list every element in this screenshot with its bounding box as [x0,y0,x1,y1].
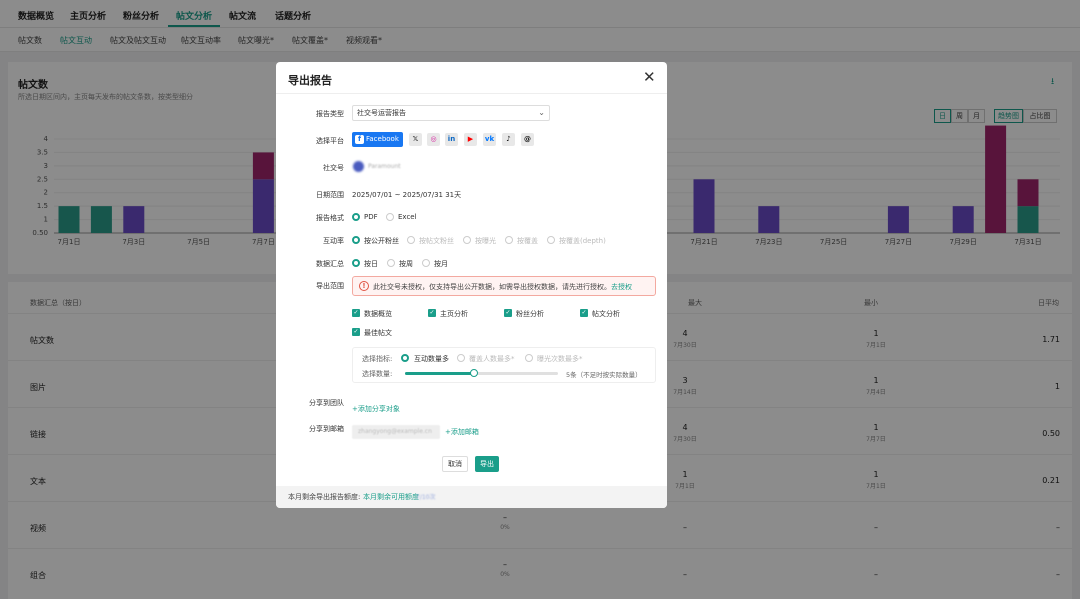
scope-label: 导出范围 [316,282,344,290]
linkedin-icon[interactable]: in [445,133,458,146]
modal-divider [276,93,667,94]
platform-facebook[interactable]: f Facebook [352,132,403,147]
summary-week-radio[interactable] [387,259,395,267]
count-value: 5条（不足时按实际数量） [566,371,642,379]
format-pdf-radio[interactable] [352,213,360,221]
count-label: 选择数量: [362,370,393,378]
metric-exposure-label: 曝光次数最多* [537,355,583,363]
summary-month-radio[interactable] [422,259,430,267]
account-name: Paramount [368,163,401,170]
scope-homepage-checkbox[interactable]: ✓ [428,309,436,317]
vk-icon[interactable]: vk [483,133,496,146]
cancel-button[interactable]: 取消 [442,456,468,472]
account-label: 社交号 [323,164,344,172]
export-report-modal: 导出报告 ✕ 报告类型 社交号运营报告 ⌄ 选择平台 f Facebook 𝕏 … [276,62,667,508]
rate-reach-depth-radio[interactable] [547,236,555,244]
rate-public-fans-radio[interactable] [352,236,360,244]
rate-exposure-label: 按曝光 [475,237,496,245]
rate-reach-radio[interactable] [505,236,513,244]
email-chip: zhangyong@example.cn [352,425,440,439]
youtube-icon[interactable]: ▶ [464,133,477,146]
metric-reach-radio[interactable] [457,354,465,362]
summary-week-label: 按周 [399,260,413,268]
format-label: 报告格式 [316,214,344,222]
summary-month-label: 按月 [434,260,448,268]
rate-reach-label: 按覆盖 [517,237,538,245]
count-slider[interactable] [405,369,558,377]
scope-overview-label: 数据概览 [364,310,392,318]
tiktok-icon[interactable]: ♪ [502,133,515,146]
quota-value: 7/10次 [416,494,436,501]
scope-fans-label: 粉丝分析 [516,310,544,318]
slider-fill [405,372,474,375]
scope-best-posts-checkbox[interactable]: ✓ [352,328,360,336]
date-range-value: 2025/07/01 ~ 2025/07/31 31天 [352,191,462,199]
alert-text: 此社交号未授权，仅支持导出公开数据，如需导出授权数据，请先进行授权。去授权 [373,283,632,291]
account-avatar [353,161,364,172]
instagram-icon[interactable]: ◎ [427,133,440,146]
rate-label: 互动率 [323,237,344,245]
scope-fans-checkbox[interactable]: ✓ [504,309,512,317]
warning-icon: ! [359,281,369,291]
format-excel-label: Excel [398,213,417,221]
summary-label: 数据汇总 [316,260,344,268]
rate-post-fans-label: 按帖文粉丝 [419,237,454,245]
facebook-label: Facebook [366,135,399,143]
metric-exposure-radio[interactable] [525,354,533,362]
rate-post-fans-radio[interactable] [407,236,415,244]
scope-overview-checkbox[interactable]: ✓ [352,309,360,317]
format-pdf-label: PDF [364,213,378,221]
report-type-select[interactable]: 社交号运营报告 ⌄ [352,105,550,121]
quota-text: 本月剩余导出报告额度: [288,493,361,501]
add-share-target-link[interactable]: +添加分享对象 [352,404,400,414]
modal-footer: 本月剩余导出报告额度: 本月剩余可用额度 7/10次 [276,486,667,508]
team-label: 分享到团队 [309,399,344,407]
add-email-link[interactable]: +添加邮箱 [445,427,479,437]
x-icon[interactable]: 𝕏 [409,133,422,146]
facebook-icon: f [355,135,364,144]
report-type-label: 报告类型 [316,110,344,118]
metric-label: 选择指标: [362,355,393,363]
format-excel-radio[interactable] [386,213,394,221]
rate-exposure-radio[interactable] [463,236,471,244]
chevron-down-icon: ⌄ [538,108,545,117]
auth-alert: ! 此社交号未授权，仅支持导出公开数据，如需导出授权数据，请先进行授权。去授权 [352,276,656,296]
metric-interactions-radio[interactable] [401,354,409,362]
scope-posts-label: 帖文分析 [592,310,620,318]
metric-interactions-label: 互动数量多 [414,355,449,363]
quota-link[interactable]: 本月剩余可用额度 [363,492,419,502]
export-button[interactable]: 导出 [475,456,499,472]
scope-homepage-label: 主页分析 [440,310,468,318]
threads-icon[interactable]: @ [521,133,534,146]
modal-title: 导出报告 [288,74,332,87]
summary-day-radio[interactable] [352,259,360,267]
date-label: 日期范围 [316,191,344,199]
close-icon[interactable]: ✕ [643,68,656,86]
rate-reach-depth-label: 按覆盖(depth) [559,237,606,245]
authorize-link[interactable]: 去授权 [611,283,632,291]
scope-posts-checkbox[interactable]: ✓ [580,309,588,317]
summary-day-label: 按日 [364,260,378,268]
metric-reach-label: 覆盖人数最多* [469,355,515,363]
email-label: 分享到邮箱 [309,425,344,433]
platform-label: 选择平台 [316,137,344,145]
rate-public-fans-label: 按公开粉丝 [364,237,399,245]
report-type-value: 社交号运营报告 [357,109,406,117]
slider-handle[interactable] [469,369,478,377]
scope-best-posts-label: 最佳帖文 [364,329,392,337]
